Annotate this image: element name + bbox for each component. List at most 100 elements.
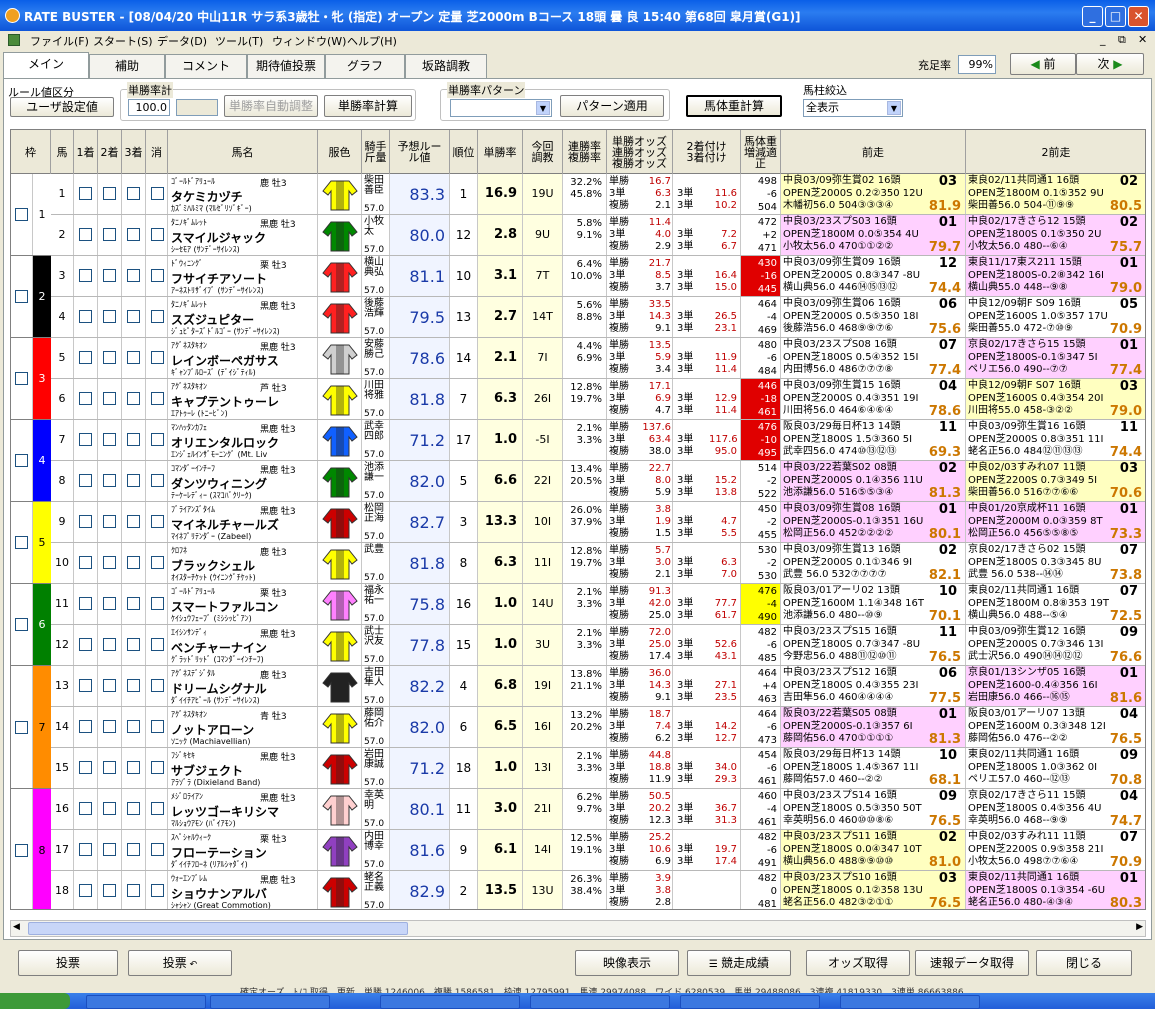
odds-fetch-button[interactable]: オッズ取得 bbox=[806, 950, 910, 976]
first-checkbox[interactable] bbox=[79, 802, 92, 815]
auto-adjust-button[interactable]: 単勝率自動調整 bbox=[224, 95, 318, 117]
erase-checkbox[interactable] bbox=[151, 761, 164, 774]
winrate-total-input[interactable]: 100.0 bbox=[128, 99, 170, 116]
erase-checkbox[interactable] bbox=[151, 720, 164, 733]
maximize-button[interactable]: □ bbox=[1105, 6, 1126, 27]
first-checkbox[interactable] bbox=[79, 843, 92, 856]
erase-checkbox[interactable] bbox=[151, 556, 164, 569]
third-checkbox[interactable] bbox=[127, 597, 140, 610]
first-checkbox[interactable] bbox=[79, 187, 92, 200]
third-checkbox[interactable] bbox=[127, 310, 140, 323]
third-checkbox[interactable] bbox=[127, 638, 140, 651]
erase-checkbox[interactable] bbox=[151, 187, 164, 200]
erase-checkbox[interactable] bbox=[151, 310, 164, 323]
second-checkbox[interactable] bbox=[103, 638, 116, 651]
scroll-right-icon[interactable]: ▶ bbox=[1136, 922, 1143, 932]
minimize-button[interactable]: _ bbox=[1082, 6, 1103, 27]
waku-checkbox[interactable] bbox=[15, 536, 28, 549]
next-button[interactable]: 次 ▶ bbox=[1076, 53, 1144, 75]
third-checkbox[interactable] bbox=[127, 269, 140, 282]
erase-checkbox[interactable] bbox=[151, 392, 164, 405]
erase-checkbox[interactable] bbox=[151, 884, 164, 897]
third-checkbox[interactable] bbox=[127, 843, 140, 856]
first-checkbox[interactable] bbox=[79, 474, 92, 487]
fast-data-button[interactable]: 速報データ取得 bbox=[915, 950, 1029, 976]
erase-checkbox[interactable] bbox=[151, 515, 164, 528]
waku-checkbox[interactable] bbox=[15, 720, 28, 734]
second-checkbox[interactable] bbox=[103, 392, 116, 405]
third-checkbox[interactable] bbox=[127, 351, 140, 364]
taskbar-item[interactable] bbox=[840, 995, 980, 1009]
mdi-restore-button[interactable]: ⧉ bbox=[1118, 33, 1126, 47]
erase-checkbox[interactable] bbox=[151, 228, 164, 241]
erase-checkbox[interactable] bbox=[151, 351, 164, 364]
bet-button[interactable]: 投票 bbox=[18, 950, 118, 976]
erase-checkbox[interactable] bbox=[151, 474, 164, 487]
start-button[interactable] bbox=[0, 993, 70, 1009]
taskbar-item[interactable] bbox=[680, 995, 820, 1009]
waku-checkbox[interactable] bbox=[15, 372, 28, 385]
waku-checkbox[interactable] bbox=[15, 290, 28, 303]
menu-help[interactable]: ヘルプ(H) bbox=[347, 33, 397, 49]
winrate-secondary-input[interactable] bbox=[176, 99, 218, 116]
third-checkbox[interactable] bbox=[127, 802, 140, 815]
second-checkbox[interactable] bbox=[103, 515, 116, 528]
horizontal-scrollbar[interactable]: ◀ ▶ bbox=[10, 920, 1146, 937]
third-checkbox[interactable] bbox=[127, 187, 140, 200]
erase-checkbox[interactable] bbox=[151, 597, 164, 610]
erase-checkbox[interactable] bbox=[151, 638, 164, 651]
menu-data[interactable]: データ(D) bbox=[157, 33, 207, 49]
menu-window[interactable]: ウィンドウ(W) bbox=[272, 33, 346, 49]
third-checkbox[interactable] bbox=[127, 720, 140, 733]
video-button[interactable]: 映像表示 bbox=[575, 950, 679, 976]
first-checkbox[interactable] bbox=[79, 228, 92, 241]
menu-tools[interactable]: ツール(T) bbox=[215, 33, 263, 49]
result-button[interactable]: ☰ 競走成績 bbox=[687, 950, 791, 976]
third-checkbox[interactable] bbox=[127, 556, 140, 569]
scroll-thumb[interactable] bbox=[28, 922, 408, 935]
first-checkbox[interactable] bbox=[79, 515, 92, 528]
first-checkbox[interactable] bbox=[79, 310, 92, 323]
waku-checkbox[interactable] bbox=[15, 843, 28, 857]
first-checkbox[interactable] bbox=[79, 720, 92, 733]
third-checkbox[interactable] bbox=[127, 474, 140, 487]
pattern-apply-button[interactable]: パターン適用 bbox=[560, 95, 664, 117]
menu-file[interactable]: ファイル(F) bbox=[30, 33, 89, 49]
second-checkbox[interactable] bbox=[103, 556, 116, 569]
taskbar-item[interactable] bbox=[210, 995, 330, 1009]
second-checkbox[interactable] bbox=[103, 433, 116, 446]
erase-checkbox[interactable] bbox=[151, 843, 164, 856]
second-checkbox[interactable] bbox=[103, 187, 116, 200]
second-checkbox[interactable] bbox=[103, 597, 116, 610]
third-checkbox[interactable] bbox=[127, 761, 140, 774]
tab-support[interactable]: 補助 bbox=[89, 54, 165, 78]
tab-graph[interactable]: グラフ bbox=[325, 54, 405, 78]
waku-checkbox[interactable] bbox=[15, 618, 28, 631]
prev-button[interactable]: ◀ 前 bbox=[1010, 53, 1076, 75]
second-checkbox[interactable] bbox=[103, 761, 116, 774]
weight-calc-button[interactable]: 馬体重計算 bbox=[686, 95, 782, 117]
erase-checkbox[interactable] bbox=[151, 802, 164, 815]
second-checkbox[interactable] bbox=[103, 269, 116, 282]
second-checkbox[interactable] bbox=[103, 474, 116, 487]
second-checkbox[interactable] bbox=[103, 228, 116, 241]
pattern-select[interactable]: ▼ bbox=[450, 99, 552, 117]
first-checkbox[interactable] bbox=[79, 351, 92, 364]
third-checkbox[interactable] bbox=[127, 392, 140, 405]
third-checkbox[interactable] bbox=[127, 679, 140, 692]
second-checkbox[interactable] bbox=[103, 679, 116, 692]
first-checkbox[interactable] bbox=[79, 884, 92, 897]
winrate-calc-button[interactable]: 単勝率計算 bbox=[324, 95, 412, 117]
bet-alt-button[interactable]: 投票 ↶ bbox=[128, 950, 232, 976]
first-checkbox[interactable] bbox=[79, 761, 92, 774]
waku-checkbox[interactable] bbox=[15, 454, 28, 467]
taskbar-item[interactable] bbox=[530, 995, 670, 1009]
third-checkbox[interactable] bbox=[127, 228, 140, 241]
filter-select[interactable]: 全表示 ▼ bbox=[803, 99, 903, 117]
second-checkbox[interactable] bbox=[103, 843, 116, 856]
mdi-minimize-button[interactable]: _ bbox=[1100, 33, 1106, 46]
first-checkbox[interactable] bbox=[79, 638, 92, 651]
menu-start[interactable]: スタート(S) bbox=[93, 33, 153, 49]
first-checkbox[interactable] bbox=[79, 556, 92, 569]
taskbar-item[interactable] bbox=[380, 995, 520, 1009]
